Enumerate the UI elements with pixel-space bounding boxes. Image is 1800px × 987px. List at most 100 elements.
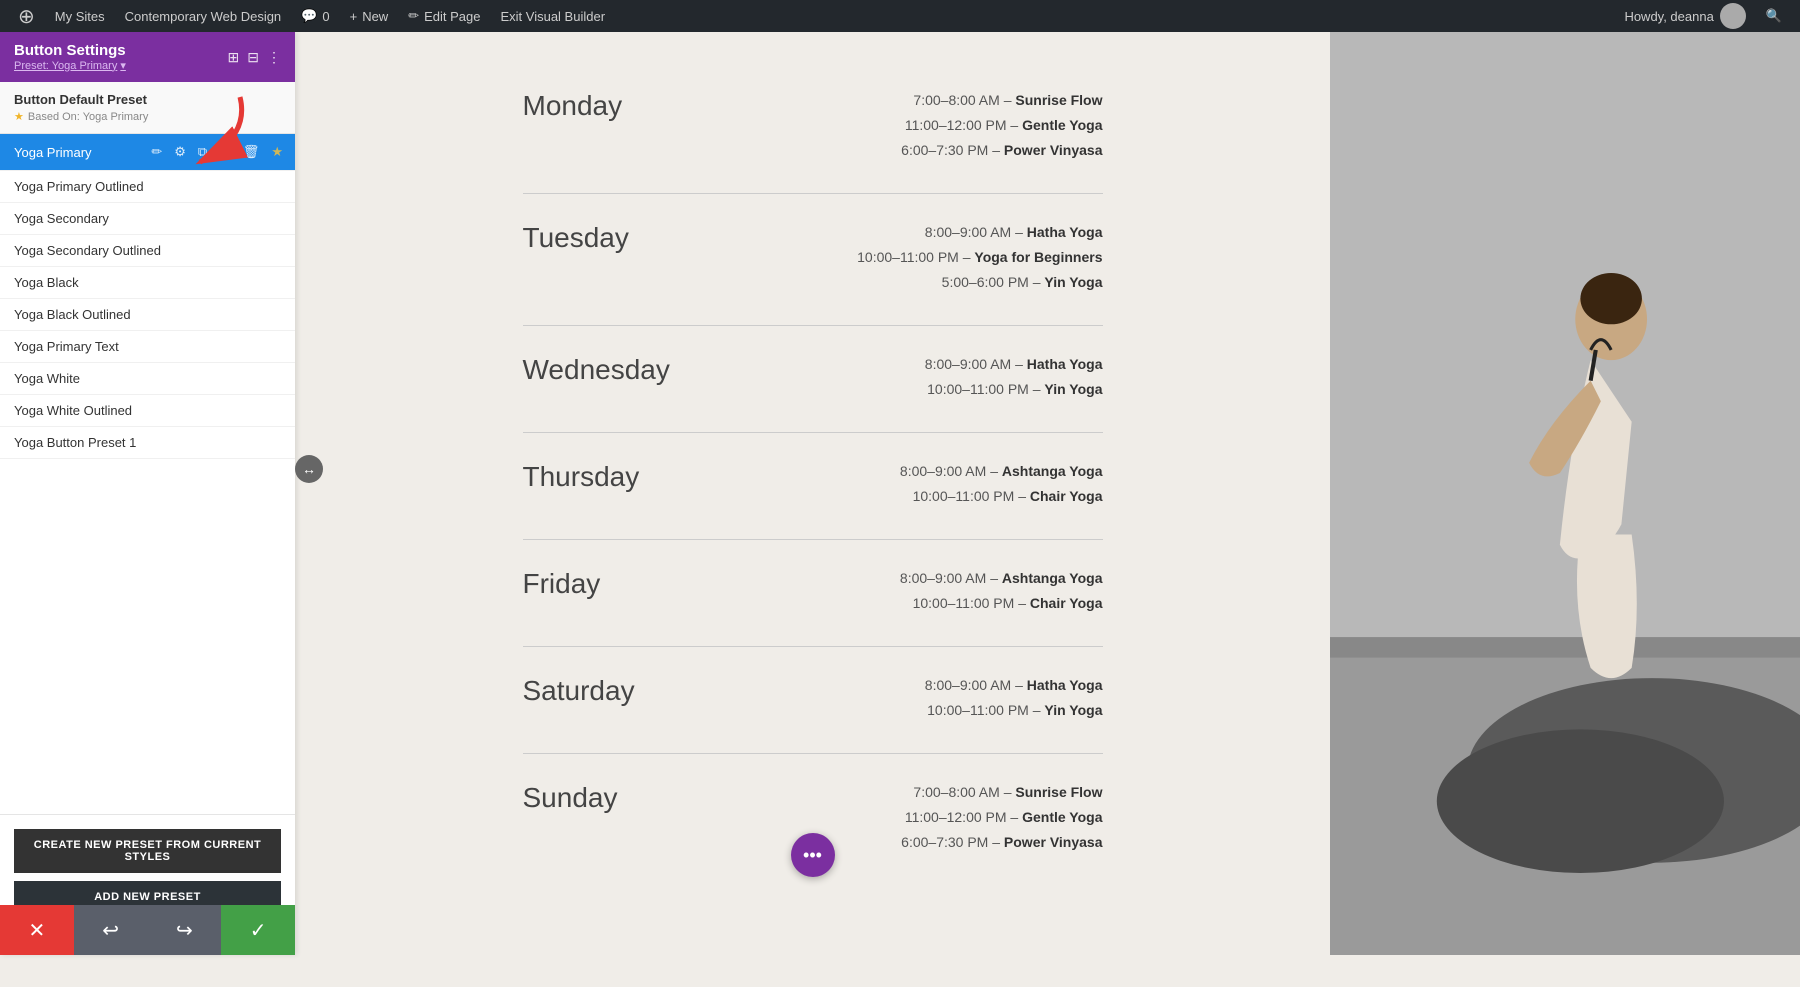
schedule-event: 8:00–9:00 AM – Ashtanga Yoga: [723, 568, 1103, 589]
sidebar-title: Button Settings: [14, 42, 126, 59]
preset-actions: ✏ ⚙ ⧉ ❐ 🗑 ★: [147, 142, 287, 162]
schedule-event: 10:00–11:00 PM – Chair Yoga: [723, 593, 1103, 614]
preset-item-yoga-secondary-outlined[interactable]: Yoga Secondary Outlined: [0, 235, 295, 267]
comment-icon: 💬: [301, 8, 317, 24]
preset-item-yoga-secondary[interactable]: Yoga Secondary: [0, 203, 295, 235]
preset-edit-icon[interactable]: ✏: [147, 142, 166, 162]
preset-item-label: Yoga Secondary Outlined: [14, 243, 161, 258]
preset-item-label: Yoga Black Outlined: [14, 307, 131, 322]
preset-item-label: Yoga Primary: [14, 145, 92, 160]
dots-icon: •••: [803, 845, 822, 866]
day-name: Thursday: [523, 461, 683, 493]
sidebar-header: Button Settings Preset: Yoga Primary ▾ ⊞…: [0, 32, 295, 82]
schedule-events: 8:00–9:00 AM – Hatha Yoga10:00–11:00 PM …: [723, 675, 1103, 725]
preset-list: Yoga Primary ✏ ⚙ ⧉ ❐ 🗑 ★ Yoga Primary Ou…: [0, 134, 295, 814]
default-preset-title: Button Default Preset: [14, 92, 281, 107]
exit-builder-btn[interactable]: Exit Visual Builder: [490, 0, 615, 32]
schedule-events: 8:00–9:00 AM – Hatha Yoga10:00–11:00 PM …: [723, 222, 1103, 297]
schedule-events: 7:00–8:00 AM – Sunrise Flow 11:00–12:00 P…: [723, 90, 1103, 165]
sidebar-settings-icon[interactable]: ⊞: [228, 49, 240, 66]
create-preset-button[interactable]: CREATE NEW PRESET FROM CURRENT STYLES: [14, 829, 281, 873]
floating-action-button[interactable]: •••: [791, 833, 835, 877]
undo-button[interactable]: ↩: [74, 905, 148, 955]
plus-icon: +: [350, 9, 358, 24]
schedule-row-tuesday: Tuesday8:00–9:00 AM – Hatha Yoga10:00–11…: [523, 194, 1103, 326]
undo-icon: ↩: [102, 918, 119, 943]
preset-item-yoga-white-outlined[interactable]: Yoga White Outlined: [0, 395, 295, 427]
schedule-row-monday: Monday 7:00–8:00 AM – Sunrise Flow 11:00–1…: [523, 62, 1103, 194]
cancel-icon: ✕: [28, 918, 45, 943]
save-icon: ✓: [250, 918, 267, 943]
cancel-button[interactable]: ✕: [0, 905, 74, 955]
site-name-btn[interactable]: Contemporary Web Design: [115, 0, 292, 32]
schedule-panel: Monday 7:00–8:00 AM – Sunrise Flow 11:00–1…: [295, 32, 1330, 955]
comments-count: 0: [322, 9, 329, 24]
preset-label[interactable]: Preset: Yoga Primary ▾: [14, 59, 126, 72]
preset-item-yoga-primary[interactable]: Yoga Primary ✏ ⚙ ⧉ ❐ 🗑 ★: [0, 134, 295, 171]
wp-logo-btn[interactable]: ⊕: [8, 0, 45, 32]
top-bar: ⊕ My Sites Contemporary Web Design 💬 0 +…: [0, 0, 1800, 32]
schedule-event: 6:00–7:30 PM – Power Vinyasa: [723, 140, 1103, 161]
day-name: Sunday: [523, 782, 683, 814]
bottom-bar: ✕ ↩ ↪ ✓: [0, 905, 295, 955]
schedule-event: 8:00–9:00 AM – Hatha Yoga: [723, 222, 1103, 243]
topbar-right: Howdy, deanna 🔍: [1614, 0, 1792, 32]
preset-label-text: Preset: Yoga Primary: [14, 60, 117, 72]
day-name: Wednesday: [523, 354, 683, 386]
schedule-event: 11:00–12:00 PM – Gentle Yoga: [723, 115, 1103, 136]
based-on-text: Based On: Yoga Primary: [28, 111, 148, 123]
exit-label: Exit Visual Builder: [500, 9, 605, 24]
yoga-photo: [1330, 32, 1800, 955]
sidebar-menu-icon[interactable]: ⋮: [267, 49, 281, 66]
sidebar-header-icons: ⊞ ⊟ ⋮: [228, 49, 281, 66]
photo-panel: [1330, 32, 1800, 955]
schedule-events: 8:00–9:00 AM – Ashtanga Yoga 10:00–11:00 …: [723, 568, 1103, 618]
redo-button[interactable]: ↪: [148, 905, 222, 955]
schedule-row-thursday: Thursday8:00–9:00 AM – Ashtanga Yoga10:0…: [523, 433, 1103, 540]
preset-trash-icon[interactable]: 🗑: [239, 142, 264, 162]
preset-copy-icon[interactable]: ❐: [215, 142, 235, 162]
schedule-event: 8:00–9:00 AM – Hatha Yoga: [723, 354, 1103, 375]
new-label: New: [362, 9, 388, 24]
site-name-label: Contemporary Web Design: [125, 9, 282, 24]
schedule-event: 7:00–8:00 AM – Sunrise Flow: [723, 90, 1103, 111]
preset-item-label: Yoga Primary Outlined: [14, 179, 144, 194]
schedule-event: 6:00–7:30 PM – Power Vinyasa: [723, 832, 1103, 853]
comments-btn[interactable]: 💬 0: [291, 0, 339, 32]
schedule-row-friday: Friday8:00–9:00 AM – Ashtanga Yoga10:00–…: [523, 540, 1103, 647]
schedule-panel-inner: Monday 7:00–8:00 AM – Sunrise Flow 11:00–1…: [523, 62, 1103, 885]
save-button[interactable]: ✓: [221, 905, 295, 955]
preset-item-label: Yoga Black: [14, 275, 79, 290]
default-preset-sub: ★ Based On: Yoga Primary: [14, 110, 281, 123]
edit-page-btn[interactable]: ✏ Edit Page: [398, 0, 490, 32]
new-btn[interactable]: + New: [340, 0, 399, 32]
day-name: Monday: [523, 90, 683, 122]
preset-duplicate-icon[interactable]: ⧉: [194, 142, 211, 162]
preset-star-icon[interactable]: ★: [267, 142, 287, 162]
howdy-label: Howdy, deanna: [1614, 3, 1755, 29]
schedule-events: 8:00–9:00 AM – Hatha Yoga10:00–11:00 PM …: [723, 354, 1103, 404]
preset-item-yoga-primary-text[interactable]: Yoga Primary Text: [0, 331, 295, 363]
sidebar-header-left: Button Settings Preset: Yoga Primary ▾: [14, 42, 126, 72]
default-preset-section: Button Default Preset ★ Based On: Yoga P…: [0, 82, 295, 134]
wp-icon: ⊕: [18, 4, 35, 29]
schedule-event: 10:00–11:00 PM – Chair Yoga: [723, 486, 1103, 507]
redo-icon: ↪: [176, 918, 193, 943]
sidebar-layout-icon[interactable]: ⊟: [247, 49, 259, 66]
preset-item-yoga-black-outlined[interactable]: Yoga Black Outlined: [0, 299, 295, 331]
main-content: Monday 7:00–8:00 AM – Sunrise Flow 11:00–1…: [295, 32, 1800, 955]
search-btn[interactable]: 🔍: [1756, 0, 1792, 32]
schedule-event: 5:00–6:00 PM – Yin Yoga: [723, 272, 1103, 293]
preset-item-label: Yoga Secondary: [14, 211, 109, 226]
preset-item-yoga-button-preset-1[interactable]: Yoga Button Preset 1: [0, 427, 295, 459]
preset-item-yoga-white[interactable]: Yoga White: [0, 363, 295, 395]
sidebar: Button Settings Preset: Yoga Primary ▾ ⊞…: [0, 32, 295, 955]
my-sites-btn[interactable]: My Sites: [45, 0, 115, 32]
avatar: [1720, 3, 1746, 29]
preset-item-yoga-primary-outlined[interactable]: Yoga Primary Outlined: [0, 171, 295, 203]
pencil-icon: ✏: [408, 8, 419, 24]
preset-item-yoga-black[interactable]: Yoga Black: [0, 267, 295, 299]
my-sites-label: My Sites: [55, 9, 105, 24]
preset-gear-icon[interactable]: ⚙: [170, 142, 190, 162]
preset-item-label: Yoga White Outlined: [14, 403, 132, 418]
